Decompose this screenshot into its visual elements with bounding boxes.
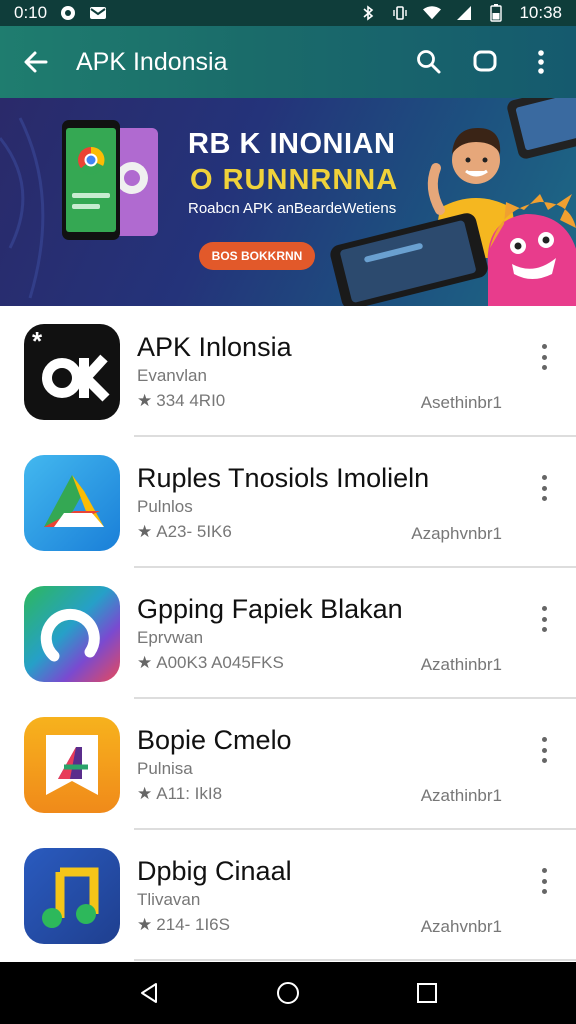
more-vert-icon[interactable] <box>534 340 554 374</box>
app-developer: Pulnlos <box>137 497 193 516</box>
svg-text:*: * <box>32 326 43 356</box>
wifi-icon <box>423 5 442 21</box>
more-vert-icon[interactable] <box>534 471 554 505</box>
star-icon: ★ <box>137 653 153 672</box>
star-icon: ★ <box>137 784 153 803</box>
screen: 0:10 10:38 APK Indonsia RB K INONIAN O R… <box>0 0 576 1024</box>
mail-icon <box>89 5 107 21</box>
list-item[interactable]: * APK Inlonsia Evanvlan ★ 334 4RI0 Aseth… <box>0 306 576 437</box>
app-meta: ★ 334 4RI0 <box>137 391 225 411</box>
more-vert-icon[interactable] <box>534 602 554 636</box>
banner-subheading: O RUNNRNNA <box>190 164 399 196</box>
app-developer: Pulnisa <box>137 759 193 778</box>
signal-icon <box>455 5 473 21</box>
app-meta-text: A11: IkI8 <box>156 784 223 803</box>
more-vert-icon[interactable] <box>534 733 554 767</box>
music-note-icon <box>24 848 120 944</box>
banner-tagline: Roabcn APK anBeardeWetiens <box>188 200 397 217</box>
app-name: APK Inlonsia <box>137 332 292 362</box>
search-icon <box>417 50 441 74</box>
list-item[interactable]: Gpping Fapiek Blakan Eprvwan ★ A00K3 A04… <box>0 568 576 699</box>
app-list: * APK Inlonsia Evanvlan ★ 334 4RI0 Aseth… <box>0 306 576 962</box>
app-bar: APK Indonsia <box>0 26 576 98</box>
app-developer: Evanvlan <box>137 366 207 385</box>
star-icon: ★ <box>137 522 153 541</box>
tablet-illustration <box>507 98 576 159</box>
status-bar: 0:10 10:38 <box>0 0 576 26</box>
app-name: Gpping Fapiek Blakan <box>137 594 403 624</box>
more-vert-icon <box>538 50 544 74</box>
app-meta-text: A00K3 A045FKS <box>156 653 284 672</box>
notification-icon <box>59 5 77 21</box>
nav-back-button[interactable] <box>129 973 169 1013</box>
promo-banner[interactable]: RB K INONIAN O RUNNRNNA Roabcn APK anBea… <box>0 98 576 306</box>
phone-illustration-left <box>62 120 158 240</box>
back-button[interactable] <box>0 26 72 98</box>
ring-logo-icon <box>24 586 120 682</box>
app-meta: ★ A23- 5IK6 <box>137 522 232 542</box>
back-arrow-icon <box>24 51 48 73</box>
back-triangle-icon <box>141 983 158 1003</box>
star-icon: ★ <box>137 391 153 410</box>
app-developer: Tlivavan <box>137 890 201 909</box>
more-vert-icon[interactable] <box>534 864 554 898</box>
bookmark-logo-icon <box>24 717 120 813</box>
list-item[interactable]: Bopie Cmelo Pulnisa ★ A11: IkI8 Azathinb… <box>0 699 576 830</box>
status-time-right: 10:38 <box>519 3 562 22</box>
home-circle-icon <box>276 982 299 1004</box>
app-tag: Azaphvnbr1 <box>411 524 502 543</box>
star-icon: ★ <box>137 915 153 934</box>
banner-heading: RB K INONIAN <box>188 128 396 160</box>
navigation-bar <box>0 962 576 1024</box>
divider <box>134 959 576 961</box>
app-name: Ruples Tnosiols Imolieln <box>137 463 430 493</box>
app-name: Bopie Cmelo <box>137 725 292 755</box>
app-meta: ★ 214- 1I6S <box>137 915 230 935</box>
phone-illustration-bottom <box>330 213 488 306</box>
app-developer: Eprvwan <box>137 628 204 647</box>
list-item[interactable]: Ruples Tnosiols Imolieln Pulnlos ★ A23- … <box>0 437 576 568</box>
app-meta: ★ A00K3 A045FKS <box>137 653 284 673</box>
app-meta-text: 334 4RI0 <box>156 391 226 410</box>
search-button[interactable] <box>410 43 448 81</box>
app-meta: ★ A11: IkI8 <box>137 784 222 804</box>
app-tag: Asethinbr1 <box>420 393 502 412</box>
app-bar-title: APK Indonsia <box>76 47 228 76</box>
more-options-button[interactable] <box>522 43 560 81</box>
banner-cta-button[interactable]: BOS BOKKRNN <box>199 242 315 270</box>
app-name: Dpbig Cinaal <box>137 856 292 886</box>
vibrate-icon <box>391 5 409 21</box>
app-tag: Azathinbr1 <box>420 655 502 674</box>
nav-home-button[interactable] <box>268 973 308 1013</box>
ok-logo-icon: * <box>24 324 120 420</box>
drive-logo-icon <box>24 455 120 551</box>
app-meta-text: 214- 1I6S <box>156 915 230 934</box>
battery-icon <box>487 4 505 22</box>
chat-icon <box>473 50 497 72</box>
nav-recents-button[interactable] <box>407 973 447 1013</box>
status-time-left: 0:10 <box>14 3 48 22</box>
list-item[interactable]: Dpbig Cinaal Tlivavan ★ 214- 1I6S Azahvn… <box>0 830 576 961</box>
chat-button[interactable] <box>466 43 504 81</box>
app-tag: Azathinbr1 <box>420 786 502 805</box>
app-tag: Azahvnbr1 <box>420 917 502 936</box>
recents-square-icon <box>416 983 437 1003</box>
bluetooth-icon <box>359 5 377 21</box>
app-meta-text: A23- 5IK6 <box>156 522 232 541</box>
